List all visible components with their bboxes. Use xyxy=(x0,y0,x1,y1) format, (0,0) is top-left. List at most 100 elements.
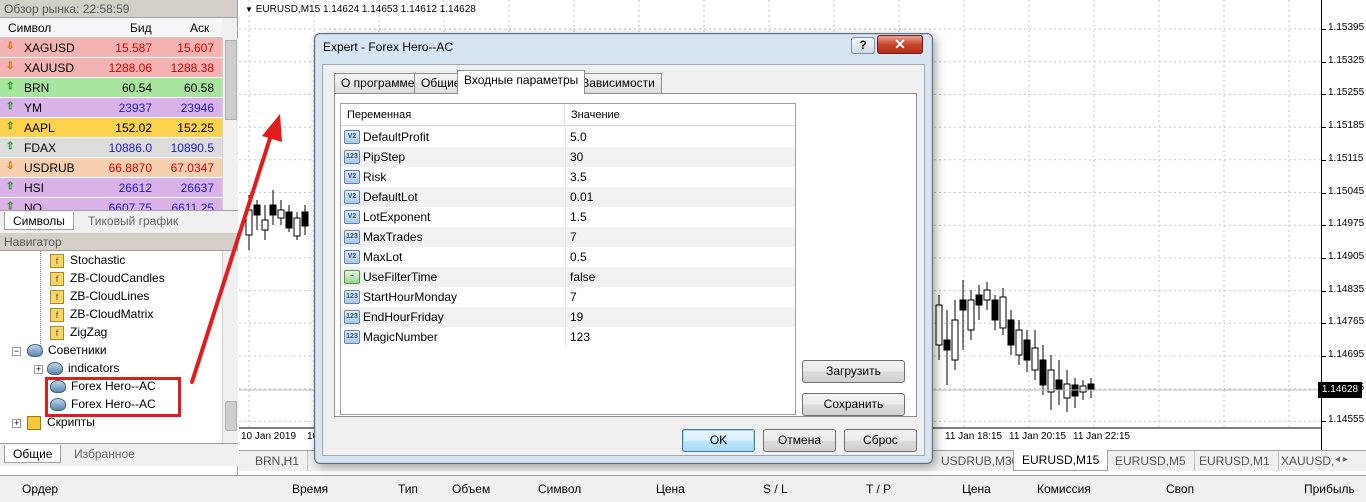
col-commission[interactable]: Комиссия xyxy=(1037,482,1091,496)
col-order[interactable]: Ордер xyxy=(22,482,58,496)
param-name: MagicNumber xyxy=(363,330,438,344)
symbol-name: HSI xyxy=(24,181,45,195)
param-row[interactable]: 123 StartHourMonday 7 xyxy=(341,287,795,307)
tab-favorites[interactable]: Избранное xyxy=(66,445,143,463)
tab-symbols[interactable]: Символы xyxy=(4,212,74,230)
market-row[interactable]: ⇩ XAUUSD 1288.06 1288.38 xyxy=(0,58,222,78)
arrow-up-icon: ⇧ xyxy=(6,181,15,192)
param-value[interactable]: 7 xyxy=(570,230,577,244)
param-value[interactable]: 0.01 xyxy=(570,190,593,204)
nav-folder-advisors[interactable]: − Советники xyxy=(12,341,107,359)
param-row[interactable]: 123 MaxTrades 7 xyxy=(341,227,795,247)
col-variable[interactable]: Переменная xyxy=(341,104,565,126)
bid-price: 26612 xyxy=(118,181,152,195)
indicator-icon: f xyxy=(50,289,64,304)
chart-tab-eurusd-m5[interactable]: EURUSD,M5 xyxy=(1107,451,1195,471)
ask-price: 60.58 xyxy=(183,81,214,95)
col-price[interactable]: Цена xyxy=(656,482,685,496)
nav-item-zigzag[interactable]: f ZigZag xyxy=(50,323,107,341)
param-value[interactable]: 1.5 xyxy=(570,210,587,224)
reset-button[interactable]: Сброс xyxy=(844,429,917,452)
col-price-2[interactable]: Цена xyxy=(962,482,991,496)
price-tick: 1.15325 xyxy=(1328,54,1365,66)
advisor-hat-icon xyxy=(47,362,63,376)
scroll-thumb[interactable] xyxy=(225,401,237,431)
param-row[interactable]: V2 MaxLot 0.5 xyxy=(341,247,795,267)
param-value[interactable]: 123 xyxy=(570,330,590,344)
param-value[interactable]: 5.0 xyxy=(570,130,587,144)
nav-item-zb-cloudcandles[interactable]: f ZB-CloudCandles xyxy=(50,269,165,287)
col-bid[interactable]: Бид xyxy=(130,21,152,35)
ok-button[interactable]: OK xyxy=(682,429,755,452)
param-row[interactable]: ~ UseFilterTime false xyxy=(341,267,795,287)
help-button[interactable]: ? xyxy=(851,37,875,54)
tab-tick-chart[interactable]: Тиковый график xyxy=(80,212,186,230)
scroll-thumb[interactable] xyxy=(225,40,237,120)
chart-tab-eurusd-m15[interactable]: EURUSD,M15 xyxy=(1013,450,1109,471)
param-value[interactable]: 0.5 xyxy=(570,250,587,264)
integer-type-icon: 123 xyxy=(344,310,360,324)
col-time[interactable]: Время xyxy=(292,482,328,496)
param-row[interactable]: 123 MagicNumber 123 xyxy=(341,327,795,347)
param-row[interactable]: V2 DefaultLot 0.01 xyxy=(341,187,795,207)
cancel-button[interactable]: Отмена xyxy=(763,429,836,452)
param-row[interactable]: V2 LotExponent 1.5 xyxy=(341,207,795,227)
tab-dependencies[interactable]: Зависимости xyxy=(575,73,662,93)
time-label: 11 Jan 22:15 xyxy=(1073,431,1131,442)
market-row[interactable]: ⇧ BRN 60.54 60.58 xyxy=(0,78,222,98)
params-rows: V2 DefaultProfit 5.0 123 PipStep 30 V2 Risk 3.5 V… xyxy=(341,127,795,357)
param-value[interactable]: 30 xyxy=(570,150,583,164)
integer-type-icon: 123 xyxy=(344,330,360,344)
col-ask[interactable]: Аск xyxy=(190,21,209,35)
candle-body xyxy=(1055,379,1063,391)
load-button[interactable]: Загрузить xyxy=(802,360,905,383)
col-symbol[interactable]: Символ xyxy=(538,482,581,496)
inputs-pane: Переменная Значение V2 DefaultProfit 5.0 12… xyxy=(334,93,917,417)
col-sl[interactable]: S / L xyxy=(763,482,788,496)
time-label: 11 Jan 18:15 xyxy=(945,431,1003,442)
double-type-icon: V2 xyxy=(344,210,360,224)
param-row[interactable]: 123 EndHourFriday 19 xyxy=(341,307,795,327)
col-tp[interactable]: T / P xyxy=(866,482,891,496)
col-symbol[interactable]: Символ xyxy=(8,21,51,35)
chart-tab-xauusd[interactable]: XAUUSD, xyxy=(1273,451,1342,471)
col-profit[interactable]: Прибыль xyxy=(1304,482,1355,496)
nav-item-zb-cloudmatrix[interactable]: f ZB-CloudMatrix xyxy=(50,305,153,323)
indicator-icon: f xyxy=(50,307,64,322)
boolean-type-icon: ~ xyxy=(344,270,360,284)
bid-price: 15.587 xyxy=(115,41,152,55)
tab-scroll-arrows[interactable]: ◂ ▸ xyxy=(1335,454,1348,465)
param-value[interactable]: 7 xyxy=(570,290,577,304)
param-value[interactable]: 3.5 xyxy=(570,170,587,184)
param-row[interactable]: V2 DefaultProfit 5.0 xyxy=(341,127,795,147)
tab-about[interactable]: О программе xyxy=(334,73,422,93)
candle-body xyxy=(1063,383,1071,399)
market-row[interactable]: ⇩ XAGUSD 15.587 15.607 xyxy=(0,38,222,58)
tab-common[interactable]: Общие xyxy=(4,445,62,463)
param-row[interactable]: 123 PipStep 30 xyxy=(341,147,795,167)
param-value[interactable]: false xyxy=(570,270,595,284)
save-button[interactable]: Сохранить xyxy=(802,393,905,416)
ask-price: 15.607 xyxy=(177,41,214,55)
bid-price: 1288.06 xyxy=(108,61,152,75)
nav-folder-indicators[interactable]: + indicators xyxy=(34,359,119,377)
navigator-tabs: Общие Избранное xyxy=(0,443,238,466)
nav-item-zb-cloudlines[interactable]: f ZB-CloudLines xyxy=(50,287,149,305)
tab-inputs[interactable]: Входные параметры xyxy=(457,70,586,94)
bid-price: 60.54 xyxy=(121,81,152,95)
col-volume[interactable]: Объем xyxy=(452,482,490,496)
close-button[interactable]: ✕ xyxy=(877,35,923,54)
integer-type-icon: 123 xyxy=(344,230,360,244)
chart-tab-brn-h1[interactable]: BRN,H1 xyxy=(247,451,309,471)
param-name: DefaultProfit xyxy=(363,130,430,144)
bid-price: 152.02 xyxy=(115,121,152,135)
nav-item-stochastic[interactable]: f Stochastic xyxy=(50,251,125,269)
expert-dialog: Expert - Forex Hero--AC ? ✕ О программе … xyxy=(314,33,933,464)
param-row[interactable]: V2 Risk 3.5 xyxy=(341,167,795,187)
param-value[interactable]: 19 xyxy=(570,310,583,324)
col-type[interactable]: Тип xyxy=(398,482,418,496)
col-value[interactable]: Значение xyxy=(565,104,795,126)
highlight-box xyxy=(45,377,181,417)
col-swap[interactable]: Своп xyxy=(1166,482,1194,496)
chart-tab-eurusd-m1[interactable]: EURUSD,M1 xyxy=(1191,451,1279,471)
